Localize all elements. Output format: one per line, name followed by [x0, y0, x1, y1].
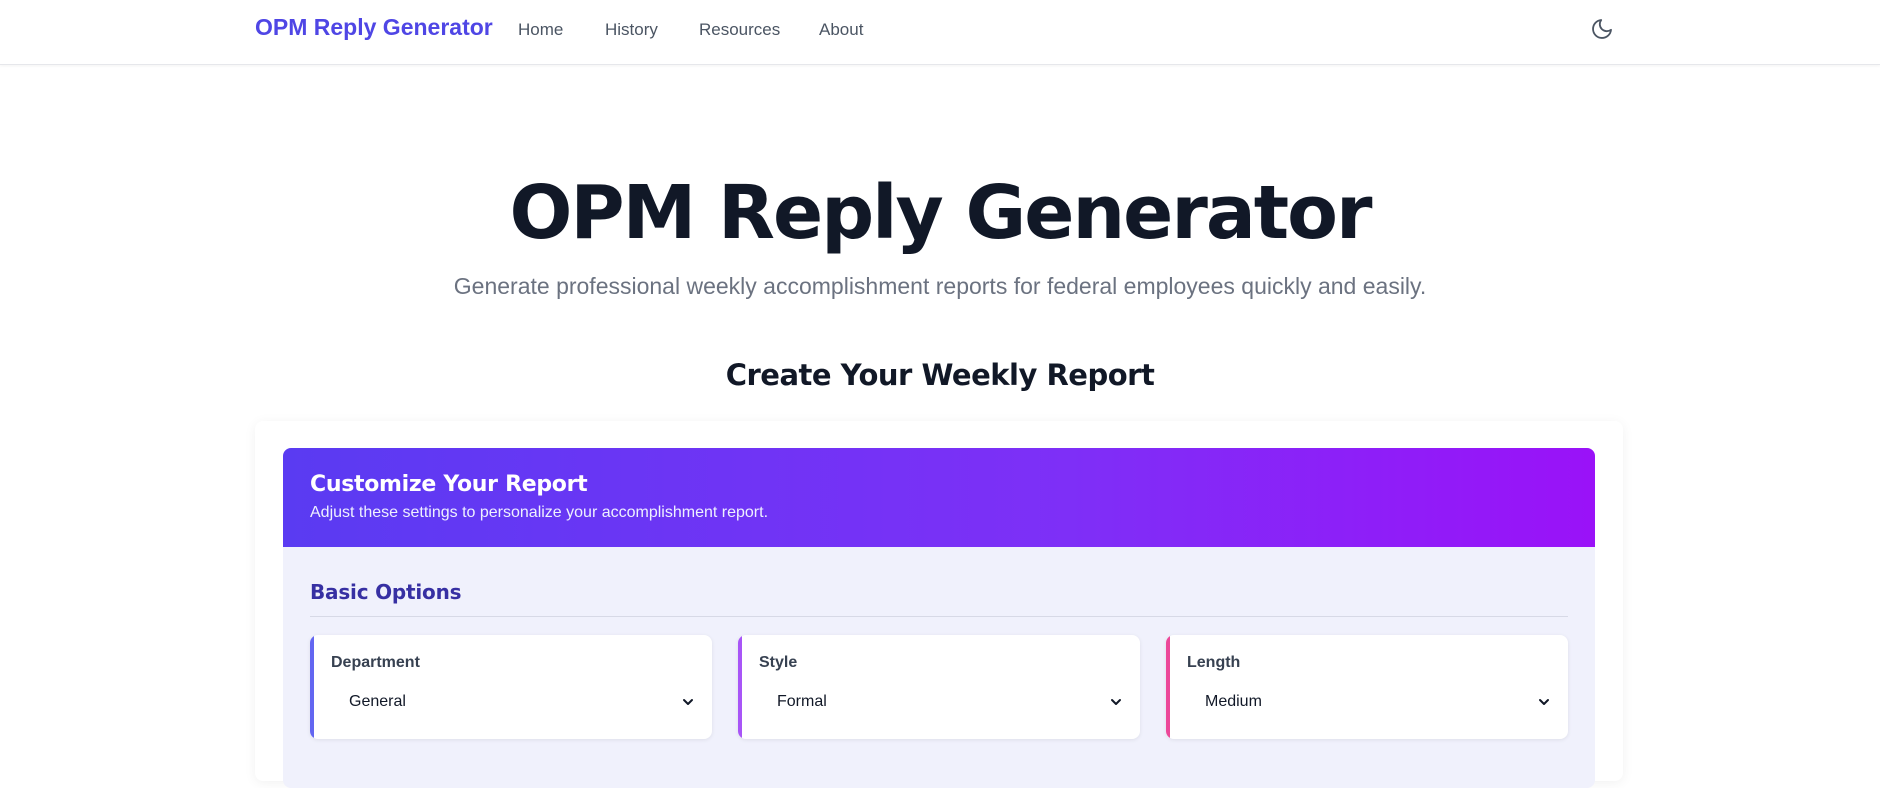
length-select[interactable]: Medium	[1187, 686, 1557, 718]
style-option-card: Style Formal	[738, 635, 1140, 739]
style-select[interactable]: Formal	[759, 686, 1129, 718]
chevron-down-icon	[683, 699, 693, 705]
department-option-card: Department General	[310, 635, 712, 739]
moon-icon	[1592, 19, 1612, 39]
nav-link-home[interactable]: Home	[518, 20, 563, 40]
style-label: Style	[759, 654, 798, 671]
customize-panel-description: Adjust these settings to personalize you…	[310, 504, 769, 521]
customize-panel: Customize Your Report Adjust these setti…	[283, 448, 1595, 788]
brand-logo-link[interactable]: OPM Reply Generator	[255, 14, 493, 41]
hero-title: OPM Reply Generator	[509, 170, 1373, 256]
customize-panel-title: Customize Your Report	[310, 472, 588, 497]
divider	[310, 616, 1568, 617]
theme-toggle-button[interactable]	[1590, 17, 1614, 41]
card-accent-bar	[310, 635, 314, 739]
section-title: Create Your Weekly Report	[725, 358, 1155, 392]
department-select[interactable]: General	[331, 686, 701, 718]
length-label: Length	[1187, 654, 1241, 671]
hero-subtitle: Generate professional weekly accomplishm…	[453, 273, 1427, 299]
chevron-down-icon	[1111, 699, 1121, 705]
department-select-value: General	[349, 693, 406, 710]
card-accent-bar	[1166, 635, 1170, 739]
nav-link-history[interactable]: History	[605, 20, 658, 40]
style-select-value: Formal	[777, 693, 827, 710]
chevron-down-icon	[1539, 699, 1549, 705]
customize-panel-header: Customize Your Report Adjust these setti…	[283, 448, 1595, 547]
length-select-value: Medium	[1205, 693, 1262, 710]
top-navbar: OPM Reply Generator Home History Resourc…	[0, 0, 1880, 65]
department-label: Department	[331, 654, 420, 671]
basic-options-heading: Basic Options	[310, 580, 462, 604]
nav-link-about[interactable]: About	[819, 20, 863, 40]
card-accent-bar	[738, 635, 742, 739]
length-option-card: Length Medium	[1166, 635, 1568, 739]
nav-link-resources[interactable]: Resources	[699, 20, 780, 40]
